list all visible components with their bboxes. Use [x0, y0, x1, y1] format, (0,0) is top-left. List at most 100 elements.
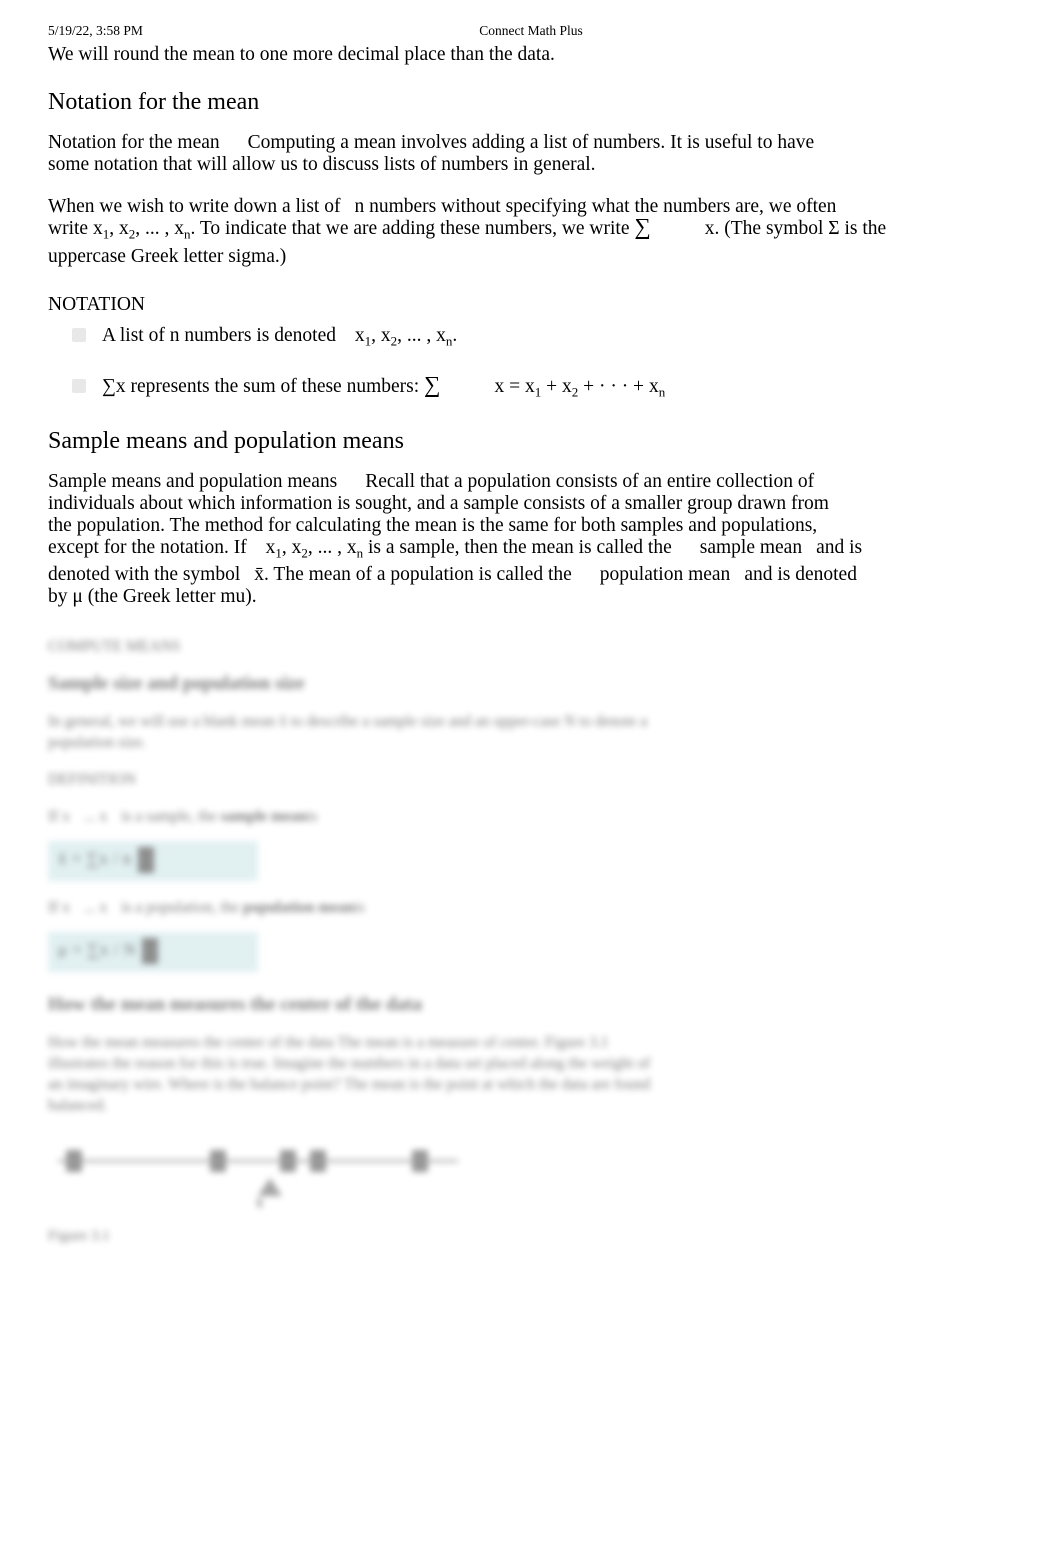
notation-bullet-list: A list of n numbers is denoted x1, x2, .…	[48, 324, 966, 405]
np2-xn: x	[174, 218, 184, 239]
b2-plus1: + x	[546, 376, 572, 398]
bd1-a: If x	[48, 808, 70, 825]
notation-lead-text-1: Computing a mean involves adding a list …	[247, 132, 815, 153]
bd1-b: ... x	[83, 808, 108, 825]
sm-s1: 1	[275, 545, 282, 561]
blurred-definition-label-2: DEFINITION	[48, 771, 136, 788]
b1-xn: x	[436, 324, 446, 346]
data-point-marker	[280, 1150, 296, 1172]
blurred-lower-content: COMPUTE MEANS Sample size and population…	[48, 636, 966, 1260]
notation-lead-text-2: some notation that will allow us to disc…	[48, 154, 596, 175]
bullet-square-icon	[72, 379, 86, 394]
figure-number-line: x̄	[48, 1138, 966, 1211]
np2-sub1: 1	[102, 226, 110, 242]
formula-population-mean-text: μ = ∑x / N	[58, 939, 137, 959]
sm-line5em: population mean	[599, 564, 731, 586]
sm-line5a: denoted with the symbol	[48, 564, 241, 586]
sm-line4c: and is	[816, 536, 863, 558]
bd2-b: ... x	[83, 899, 108, 916]
section-heading-sample-means: Sample means and population means	[48, 427, 404, 454]
number-line-axis	[58, 1160, 458, 1162]
notation-lead-paragraph: Notation for the mean Computing a mean in…	[48, 132, 966, 176]
sm-line3: the population. The method for calculati…	[48, 514, 818, 536]
b2-text-a: ∑x represents the sum of these numbers:	[102, 376, 420, 398]
notation-label: NOTATION	[48, 293, 146, 315]
formula-population-mean: μ = ∑x / N	[48, 932, 258, 972]
np2-line1b: n numbers without specifying what the nu…	[354, 196, 837, 217]
sm-line2: individuals about which information is s…	[48, 492, 829, 514]
sm-lead-label: Sample means and population means	[48, 470, 338, 492]
blurred-definition-line-2: If x ... x is a population, the population…	[48, 897, 966, 918]
np2-line1a: When we wish to write down a list of	[48, 196, 341, 217]
notation-paragraph-2: When we wish to write down a list of n nu…	[48, 196, 887, 267]
blurred-paragraph-1a: In general, we will use a blank mean x̄ …	[48, 713, 648, 730]
bd1-d: sample mean	[220, 808, 308, 825]
blurred-paragraph-1b: population size.	[48, 734, 147, 751]
formula-sample-mean-text: x̄ = ∑x / n	[58, 848, 132, 868]
blurred-paragraph-2c: an imaginary wire. Where is the balance …	[48, 1076, 651, 1093]
bd2-a: If x	[48, 899, 70, 916]
bullet-square-icon	[72, 327, 86, 342]
sm-xn: x	[346, 536, 357, 558]
sm-x1: x	[265, 536, 276, 558]
np2-line2a: write	[48, 218, 89, 239]
bd2-e: is	[354, 899, 365, 916]
blurred-definition-line-1: If x ... x is a sample, the sample meanis	[48, 806, 966, 827]
sm-x2: x	[291, 536, 302, 558]
np2-line3: uppercase Greek letter sigma.)	[48, 245, 287, 267]
np2-line2b: . To indicate that we are adding these n…	[190, 218, 630, 239]
np2-x1: x	[92, 218, 103, 239]
document-page: 5/19/22, 3:58 PM Connect Math Plus We wi…	[0, 0, 1062, 1561]
notation-lead-label: Notation for the mean	[48, 132, 220, 153]
data-point-marker	[66, 1150, 82, 1172]
balance-point-triangle-icon	[258, 1178, 282, 1196]
sm-line4b: is a sample, then the mean is called the	[367, 536, 672, 558]
sm-ellipsis: , ... ,	[307, 536, 342, 558]
blurred-paragraph-2d: balanced.	[48, 1097, 107, 1114]
list-item: ∑x represents the sum of these numbers: …	[72, 373, 966, 405]
bd1-c: is a sample, the	[121, 808, 217, 825]
np2-ellipsis: , ... ,	[135, 218, 170, 239]
sm-line5b: . The mean of a population is called the	[264, 564, 572, 586]
sm-sn: n	[356, 545, 364, 561]
sm-line6: by μ (the Greek letter mu).	[48, 586, 257, 608]
sm-line5symbol: x̄	[254, 564, 265, 586]
sigma-symbol-inline: ∑	[634, 214, 651, 239]
blurred-paragraph-2b: illustrates the reason for this is true.…	[48, 1055, 651, 1072]
blurred-definition-label-1: COMPUTE MEANS	[48, 638, 181, 655]
sm-line5c: and is denoted	[744, 564, 857, 586]
blurred-heading-how-mean-measures: How the mean measures the center of the …	[48, 994, 422, 1015]
b2-s2: 2	[571, 384, 579, 400]
b1-s1: 1	[364, 333, 372, 349]
data-point-marker	[412, 1150, 428, 1172]
b1-period: .	[452, 324, 458, 346]
balance-point-label: x̄	[256, 1196, 263, 1211]
sample-means-paragraph: Sample means and population means Recall …	[48, 470, 863, 608]
rounding-note: We will round the mean to one more decim…	[48, 44, 555, 65]
bd2-c: is a population, the	[121, 899, 240, 916]
bd1-e: is	[307, 808, 318, 825]
b2-s1: 1	[534, 384, 542, 400]
section-heading-notation: Notation for the mean	[48, 89, 260, 115]
np2-line2c: x. (The symbol Σ is the	[704, 218, 887, 239]
formula-fraction-bar	[137, 847, 154, 873]
data-point-marker	[210, 1150, 226, 1172]
b2-xn: x	[648, 376, 659, 398]
b1-text-a: A list of	[102, 324, 165, 346]
sm-line4a: except for the notation. If	[48, 536, 247, 558]
header-title: Connect Math Plus	[479, 23, 583, 38]
b1-x2: x	[380, 324, 391, 346]
b1-text-n: n numbers is denoted	[169, 324, 336, 346]
b2-eq: x = x	[494, 376, 535, 398]
blurred-heading-sample-size: Sample size and population size	[48, 673, 305, 694]
b1-ellipsis: , ... ,	[397, 324, 432, 346]
b1-x1: x	[354, 324, 365, 346]
b2-sn: n	[658, 384, 666, 400]
formula-fraction-bar	[142, 938, 159, 964]
np2-x2: x	[118, 218, 129, 239]
list-item: A list of n numbers is denoted x1, x2, .…	[72, 324, 966, 354]
formula-sample-mean: x̄ = ∑x / n	[48, 841, 258, 881]
figure-caption: Figure 3.1	[48, 1228, 110, 1244]
document-content: We will round the mean to one more decim…	[48, 44, 966, 608]
data-point-marker	[310, 1150, 326, 1172]
